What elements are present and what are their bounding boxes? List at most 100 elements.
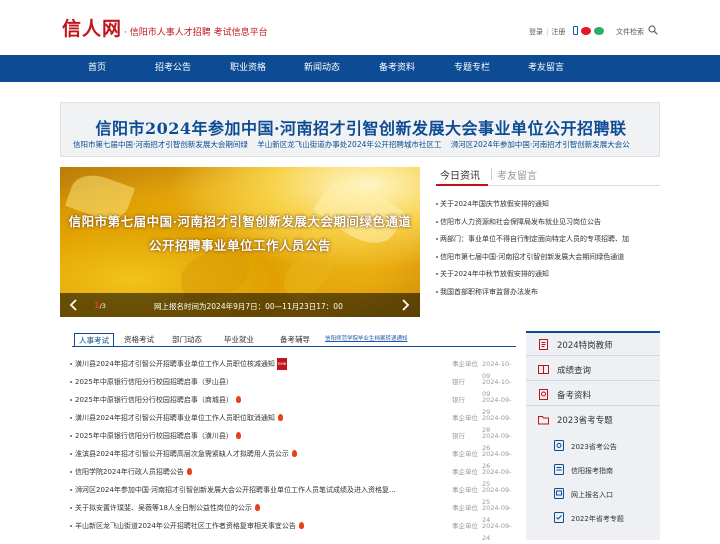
search-icon[interactable] — [648, 25, 658, 35]
tab-today-news[interactable]: 今日资讯 — [440, 167, 480, 182]
marquee-link[interactable]: 羊山新区龙飞山街道办事处2024年公开招聘城市社区工 — [257, 140, 441, 149]
notice-category: 银行 — [452, 378, 465, 386]
notebook-icon — [539, 389, 548, 400]
notice-row[interactable]: 羊山新区龙飞山街道2024年公开招聘社区工作者资格复审相关事宜公告 事企单位 202… — [70, 520, 516, 542]
notice-row[interactable]: 2025年中原银行信阳分行校园招聘启事（商城县） 银行 2024-09-29 — [70, 394, 516, 416]
news-tabs: 今日资讯 考友留言 — [436, 166, 660, 186]
active-tab-underline — [436, 184, 488, 186]
side-sub-2022-topic[interactable]: 2022年省考专题 — [526, 506, 660, 529]
side-sub-guide[interactable]: 信阳报考指南 — [526, 458, 660, 481]
chevron-right-icon[interactable] — [398, 298, 412, 312]
tabs-marquee-link[interactable]: 信阳师范学院毕业生档案转递通知 — [325, 334, 408, 342]
notice-title[interactable]: 浉河区2024年参加中国·河南招才引智创新发展大会公开招聘事业单位工作人员笔试成… — [75, 484, 445, 496]
megaphone-icon — [554, 440, 564, 451]
notice-list: 潢川县2024年招才引智公开招聘事业单位工作人员职位核减通知 new 事企单位 202… — [70, 358, 516, 542]
notice-category: 银行 — [452, 432, 465, 440]
notice-category: 事企单位 — [452, 450, 478, 458]
tab-messages[interactable]: 考友留言 — [497, 167, 537, 182]
social-icons — [573, 26, 604, 35]
side-sub-label: 2022年省考专题 — [571, 515, 624, 523]
nav-news[interactable]: 新闻动态 — [304, 55, 340, 82]
notice-title-text: 淮滨县2024年招才引智公开招聘高层次急需紧缺人才拟聘用人员公示 — [75, 450, 289, 458]
image-slider[interactable]: 信阳市第七届中国·河南招才引智创新发展大会期间绿色通道 公开招聘事业单位工作人员… — [60, 167, 420, 317]
nav-exam-notices[interactable]: 招考公告 — [155, 55, 191, 82]
news-item[interactable]: 信阳市人力资源和社会保障局发布就业见习岗位公告 — [436, 216, 660, 234]
side-sub-label: 网上报名入口 — [571, 491, 613, 499]
login-link[interactable]: 登录 — [529, 28, 543, 36]
news-item[interactable]: 信阳市第七届中国·河南招才引智创新发展大会期间绿色通道 — [436, 251, 660, 269]
side-item-prep-materials[interactable]: 备考资料 — [526, 383, 660, 406]
news-item[interactable]: 关于2024年国庆节放假安排的通知 — [436, 198, 660, 216]
mobile-icon[interactable] — [573, 26, 578, 35]
notice-title[interactable]: 2025年中原银行信阳分行校园招聘启事（罗山县） — [75, 376, 445, 388]
notice-row[interactable]: 2025年中原银行信阳分行校园招聘启事（罗山县） 银行 2024-10-09 — [70, 376, 516, 398]
notice-title-text: 2025年中原银行信阳分行校园招聘启事（罗山县） — [75, 378, 233, 386]
side-item-label: 2023省考专题 — [557, 416, 613, 426]
nav-qualifications[interactable]: 职业资格 — [230, 55, 266, 82]
document-icon — [539, 339, 548, 350]
notice-row[interactable]: 浉河区2024年参加中国·河南招才引智创新发展大会公开招聘事业单位工作人员笔试成… — [70, 484, 516, 506]
account-links: 登录 | 注册 — [529, 28, 566, 36]
wechat-icon[interactable] — [594, 26, 604, 35]
nav-special-topics[interactable]: 专题专栏 — [454, 55, 490, 82]
notice-row[interactable]: 潢川县2024年招才引智公开招聘事业单位工作人员职位核减通知 new 事企单位 202… — [70, 358, 516, 380]
notice-row[interactable]: 信阳学院2024年行政人员招聘公告 事企单位 2024-09-25 — [70, 466, 516, 488]
notice-title-text: 2025年中原银行信阳分行校园招聘启事（商城县） — [75, 396, 233, 404]
news-item[interactable]: 关于2024年中秋节放假安排的通知 — [436, 268, 660, 286]
side-item-score-query[interactable]: 成绩查询 — [526, 358, 660, 381]
side-item-label: 2024特岗教师 — [557, 341, 613, 351]
site-logo[interactable]: 信人网 — [62, 14, 122, 41]
notice-date: 2024-09-24 — [482, 522, 512, 542]
side-item-label: 成绩查询 — [557, 366, 592, 376]
tab-graduate-employment[interactable]: 毕业就业 — [224, 333, 254, 346]
tab-personnel-exams[interactable]: 人事考试 — [74, 333, 114, 346]
hot-flame-icon — [254, 504, 260, 511]
site-header: 信人网 · 信阳市人事人才招聘 考试信息平台 登录 | 注册 文件检索 — [0, 0, 720, 55]
side-item-special-teachers[interactable]: 2024特岗教师 — [526, 333, 660, 356]
hot-flame-icon — [298, 522, 304, 529]
tab-divider — [491, 168, 492, 180]
headline-title[interactable]: 信阳市2024年参加中国·河南招才引智创新发展大会事业单位公开招聘联 — [61, 115, 661, 139]
news-item[interactable]: 我国首部职称评审监督办法发布 — [436, 286, 660, 304]
checklist-icon — [554, 512, 564, 523]
notice-category: 事企单位 — [452, 522, 478, 530]
notice-title[interactable]: 羊山新区龙飞山街道2024年公开招聘社区工作者资格复审相关事宜公告 — [75, 520, 445, 532]
side-sub-announcement[interactable]: 2023省考公告 — [526, 434, 660, 457]
notice-title[interactable]: 信阳学院2024年行政人员招聘公告 — [75, 466, 445, 478]
chevron-left-icon[interactable] — [67, 298, 81, 312]
notice-row[interactable]: 关于拟安置许璞斐、吴薇等18人全日制公益性岗位的公示 事企单位 2024-09-24 — [70, 502, 516, 524]
main-nav: 首页 招考公告 职业资格 新闻动态 备考资料 专题专栏 考友留言 — [0, 55, 720, 82]
tab-qualification-exams[interactable]: 资格考试 — [124, 333, 154, 346]
weibo-icon[interactable] — [581, 26, 591, 35]
register-link[interactable]: 注册 — [551, 28, 565, 36]
marquee-link[interactable]: 信阳市第七届中国·河南招才引智创新发展大会期间绿 — [73, 140, 248, 149]
side-sub-label: 信阳报考指南 — [571, 467, 613, 475]
notice-title[interactable]: 2025年中原银行信阳分行校园招聘启事（商城县） — [75, 394, 445, 406]
notice-title[interactable]: 2025年中原银行信阳分行校园招聘启事（潢川县） — [75, 430, 445, 442]
notice-title[interactable]: 淮滨县2024年招才引智公开招聘高层次急需紧缺人才拟聘用人员公示 — [75, 448, 445, 460]
side-item-label: 备考资料 — [557, 391, 592, 401]
notice-row[interactable]: 2025年中原银行信阳分行校园招聘启事（潢川县） 银行 2024-09-26 — [70, 430, 516, 452]
side-item-2023-provincial-exam[interactable]: 2023省考专题 — [526, 408, 660, 431]
notice-title[interactable]: 关于拟安置许璞斐、吴薇等18人全日制公益性岗位的公示 — [75, 502, 445, 514]
side-sub-registration[interactable]: 网上报名入口 — [526, 482, 660, 505]
hot-flame-icon — [291, 450, 297, 457]
tab-department-news[interactable]: 部门动态 — [172, 333, 202, 346]
tab-exam-coaching[interactable]: 备考辅导 — [280, 333, 310, 346]
nav-home[interactable]: 首页 — [88, 55, 106, 82]
notice-title[interactable]: 潢川县2024年招才引智公开招聘事业单位工作人员职位取消通知 — [75, 412, 445, 424]
hot-flame-icon — [277, 414, 283, 421]
nav-messages[interactable]: 考友留言 — [528, 55, 564, 82]
notice-title-text: 2025年中原银行信阳分行校园招聘启事（潢川县） — [75, 432, 233, 440]
nav-prep-materials[interactable]: 备考资料 — [379, 55, 415, 82]
marquee-link[interactable]: 浉河区2024年参加中国·河南招才引智创新发展大会公 — [451, 140, 630, 149]
notice-row[interactable]: 淮滨县2024年招才引智公开招聘高层次急需紧缺人才拟聘用人员公示 事企单位 2024… — [70, 448, 516, 470]
notice-category: 事企单位 — [452, 468, 478, 476]
slide-subheadline: 公开招聘事业单位工作人员公告 — [148, 238, 331, 253]
file-search-link[interactable]: 文件检索 — [616, 27, 644, 37]
notice-title[interactable]: 潢川县2024年招才引智公开招聘事业单位工作人员职位核减通知 new — [75, 358, 445, 370]
site-slogan: · 信阳市人事人才招聘 考试信息平台 — [124, 28, 268, 38]
hot-flame-icon — [186, 468, 192, 475]
notice-row[interactable]: 潢川县2024年招才引智公开招聘事业单位工作人员职位取消通知 事企单位 2024-0… — [70, 412, 516, 434]
news-item[interactable]: 两部门：事业单位不得自行制定面向特定人员的专项招聘、加 — [436, 233, 660, 251]
